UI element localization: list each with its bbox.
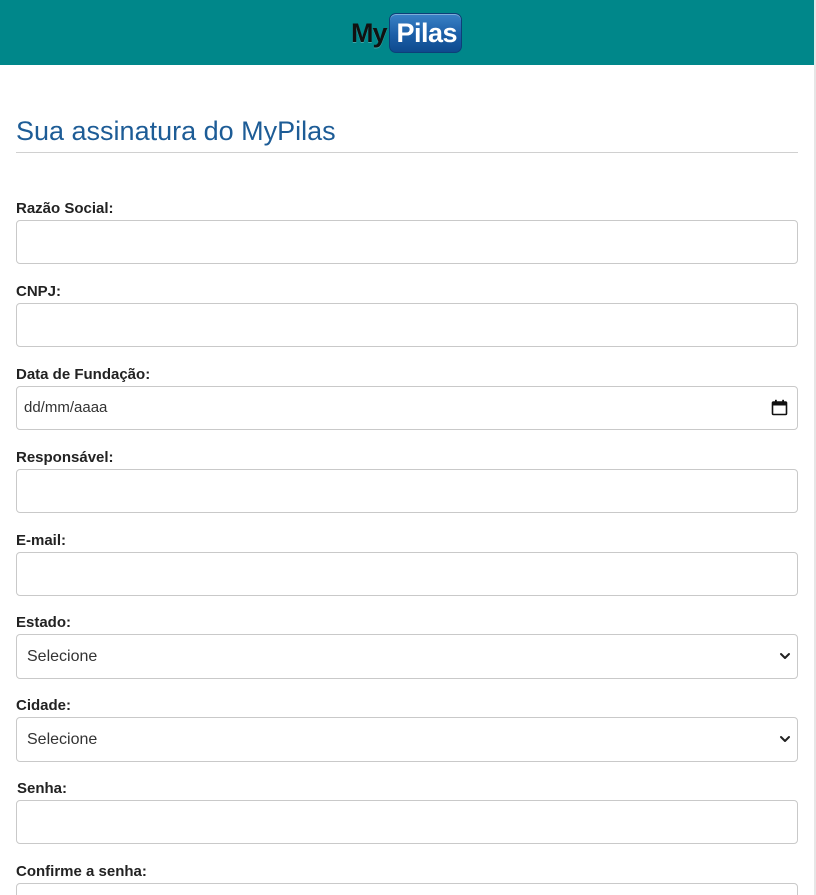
cnpj-input[interactable]: [16, 303, 798, 347]
estado-select[interactable]: Selecione: [16, 634, 798, 679]
data-fundacao-input[interactable]: dd/mm/aaaa: [16, 386, 798, 430]
confirme-senha-label: Confirme a senha:: [16, 863, 147, 880]
email-label: E-mail:: [16, 532, 67, 549]
cidade-selected-value: Selecione: [27, 731, 98, 748]
logo-my-text: My: [351, 18, 388, 48]
cidade-select[interactable]: Selecione: [16, 717, 798, 762]
data-fundacao-label: Data de Fundação:: [16, 366, 151, 383]
confirme-senha-input[interactable]: [16, 883, 798, 895]
email-input[interactable]: [16, 552, 798, 596]
header-bar: My Pilas: [0, 0, 814, 65]
cnpj-label: CNPJ:: [16, 283, 62, 300]
chevron-down-icon: [780, 736, 790, 742]
responsavel-input[interactable]: [16, 469, 798, 513]
cidade-label: Cidade:: [16, 697, 72, 714]
calendar-icon[interactable]: [771, 399, 788, 416]
logo-pilas-badge: Pilas: [388, 13, 463, 53]
date-placeholder: dd/mm/aaaa: [24, 399, 108, 416]
estado-label: Estado:: [16, 614, 72, 631]
chevron-down-icon: [780, 653, 790, 659]
senha-label: Senha:: [17, 780, 68, 797]
razao-social-label: Razão Social:: [16, 200, 114, 217]
page: My Pilas Sua assinatura do MyPilas Razão…: [0, 0, 816, 895]
senha-input[interactable]: [16, 800, 798, 844]
mypilas-logo[interactable]: My Pilas: [351, 13, 463, 53]
estado-selected-value: Selecione: [27, 648, 98, 665]
page-title: Sua assinatura do MyPilas: [16, 116, 336, 146]
title-divider: [16, 152, 798, 153]
razao-social-input[interactable]: [16, 220, 798, 264]
responsavel-label: Responsável:: [16, 449, 114, 466]
